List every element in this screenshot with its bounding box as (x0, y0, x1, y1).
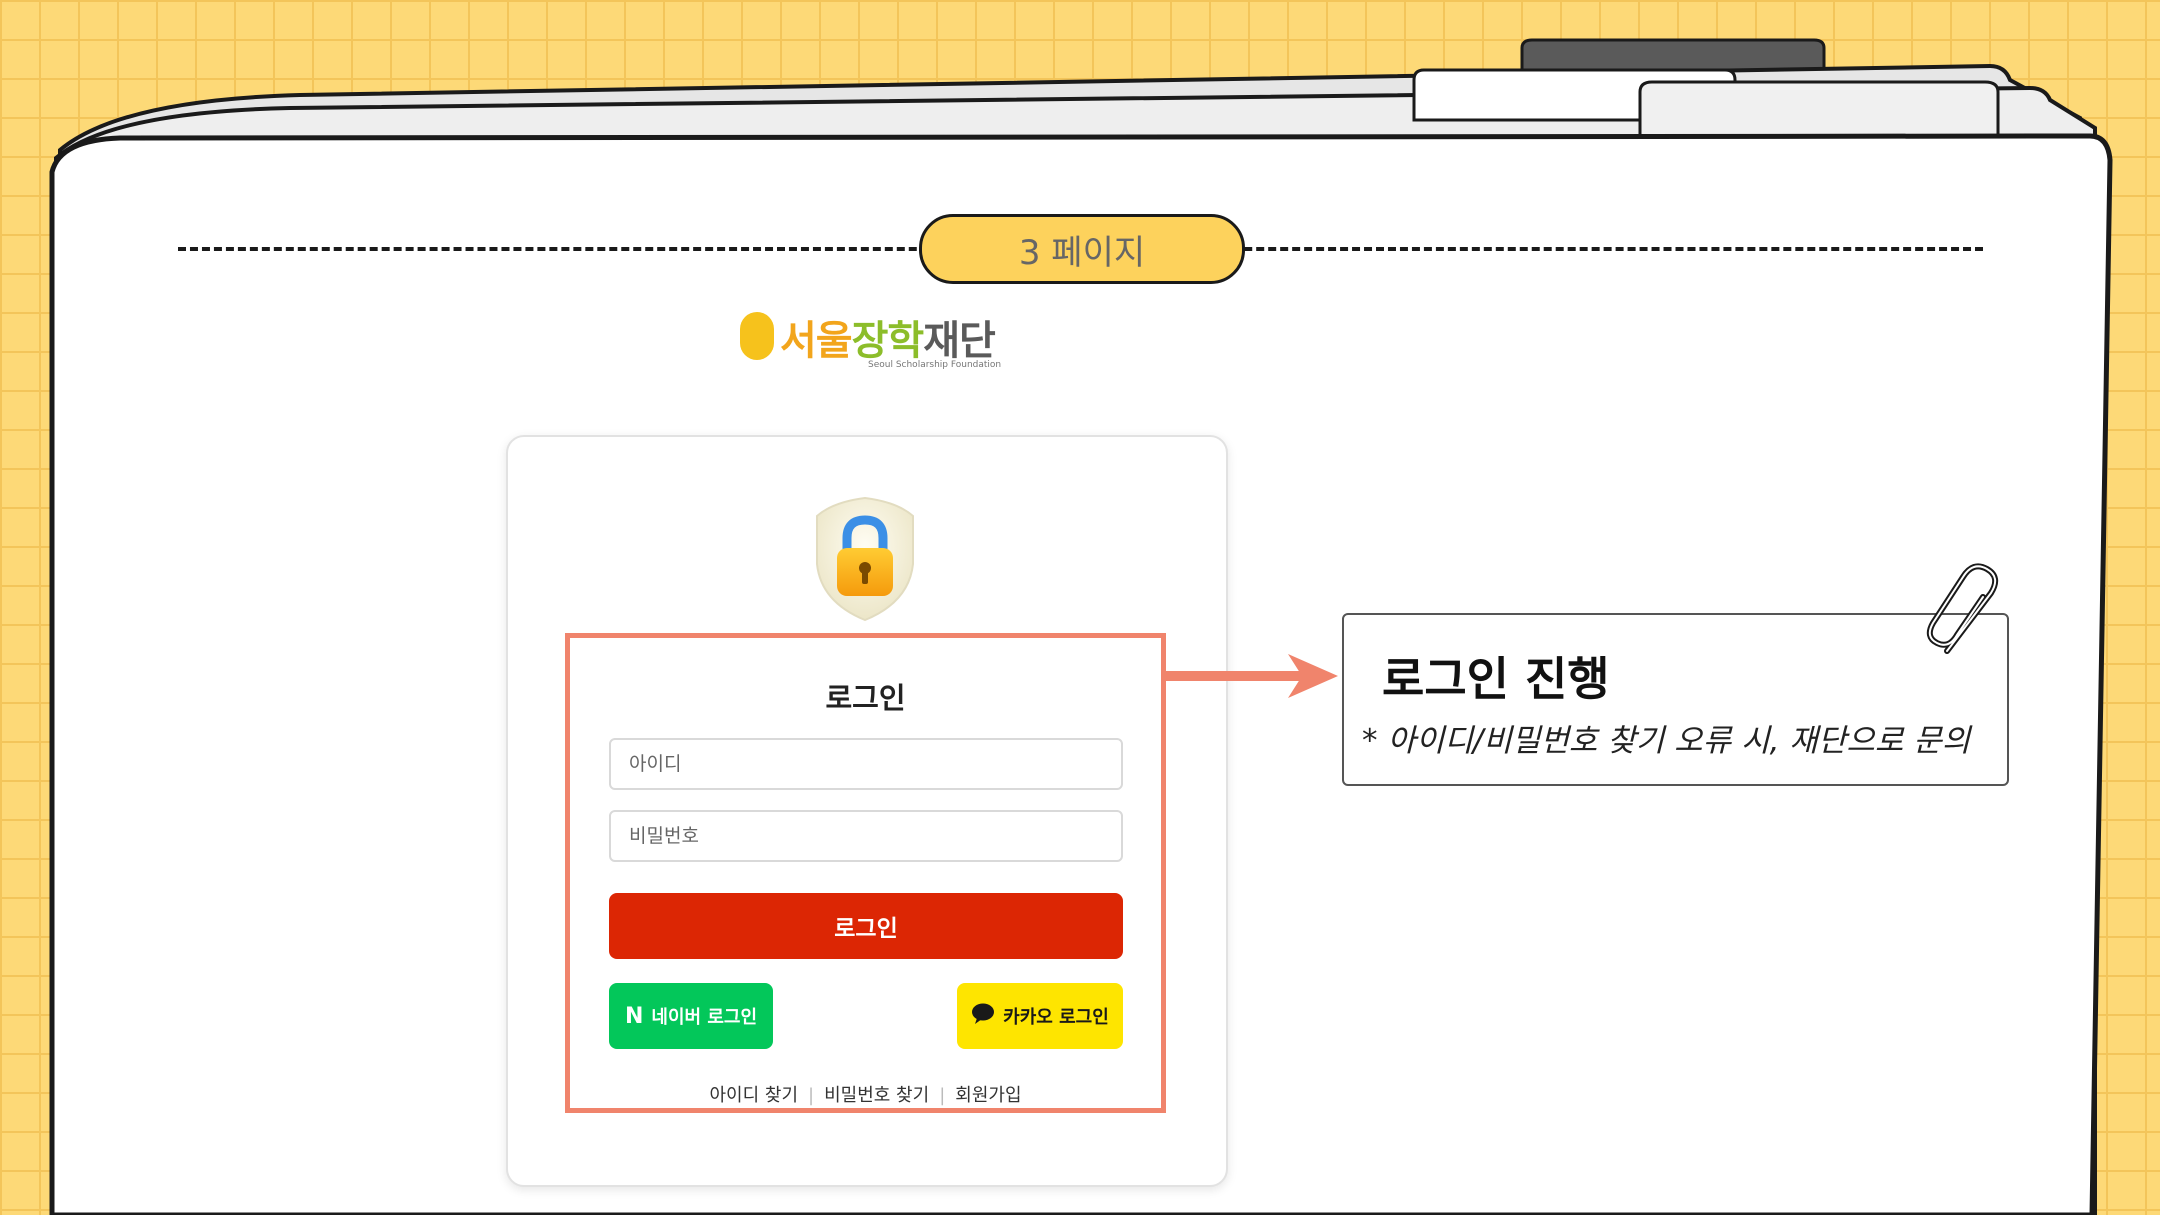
logo-subtitle: Seoul Scholarship Foundation (868, 360, 1002, 370)
naver-login-button[interactable]: N 네이버 로그인 (609, 983, 773, 1049)
logo-emblem (740, 312, 774, 360)
paperclip-icon (1925, 563, 2005, 667)
login-button[interactable]: 로그인 (609, 893, 1123, 959)
link-separator: | (939, 1085, 946, 1106)
kakao-chat-icon (971, 1003, 995, 1030)
link-separator: | (808, 1085, 815, 1106)
find-password-link[interactable]: 비밀번호 찾기 (824, 1085, 929, 1106)
account-links: 아이디 찾기 | 비밀번호 찾기 | 회원가입 (565, 1081, 1166, 1107)
kakao-login-label: 카카오 로그인 (1003, 1007, 1109, 1028)
naver-logo-icon: N (624, 1003, 644, 1029)
arrow-right-icon (1166, 650, 1346, 706)
annotation-note: 로그인 진행 * 아이디/비밀번호 찾기 오류 시, 재단으로 문의 (1342, 613, 2009, 786)
id-input[interactable] (609, 738, 1123, 790)
annotation-title: 로그인 진행 (1382, 652, 1610, 706)
signup-link[interactable]: 회원가입 (955, 1085, 1021, 1106)
page-indicator-badge: 3 페이지 (919, 214, 1245, 284)
kakao-login-button[interactable]: 카카오 로그인 (957, 983, 1123, 1049)
annotation-text: * 아이디/비밀번호 찾기 오류 시, 재단으로 문의 (1362, 723, 1971, 759)
password-input[interactable] (609, 810, 1123, 862)
foundation-logo: 서울장학재단 Seoul Scholarship Foundation (740, 308, 1010, 378)
logo-wordmark: 서울장학재단 (780, 318, 996, 364)
lock-icon (813, 494, 917, 624)
login-title: 로그인 (825, 681, 906, 715)
naver-login-label: 네이버 로그인 (651, 1007, 758, 1028)
find-id-link[interactable]: 아이디 찾기 (709, 1085, 798, 1106)
